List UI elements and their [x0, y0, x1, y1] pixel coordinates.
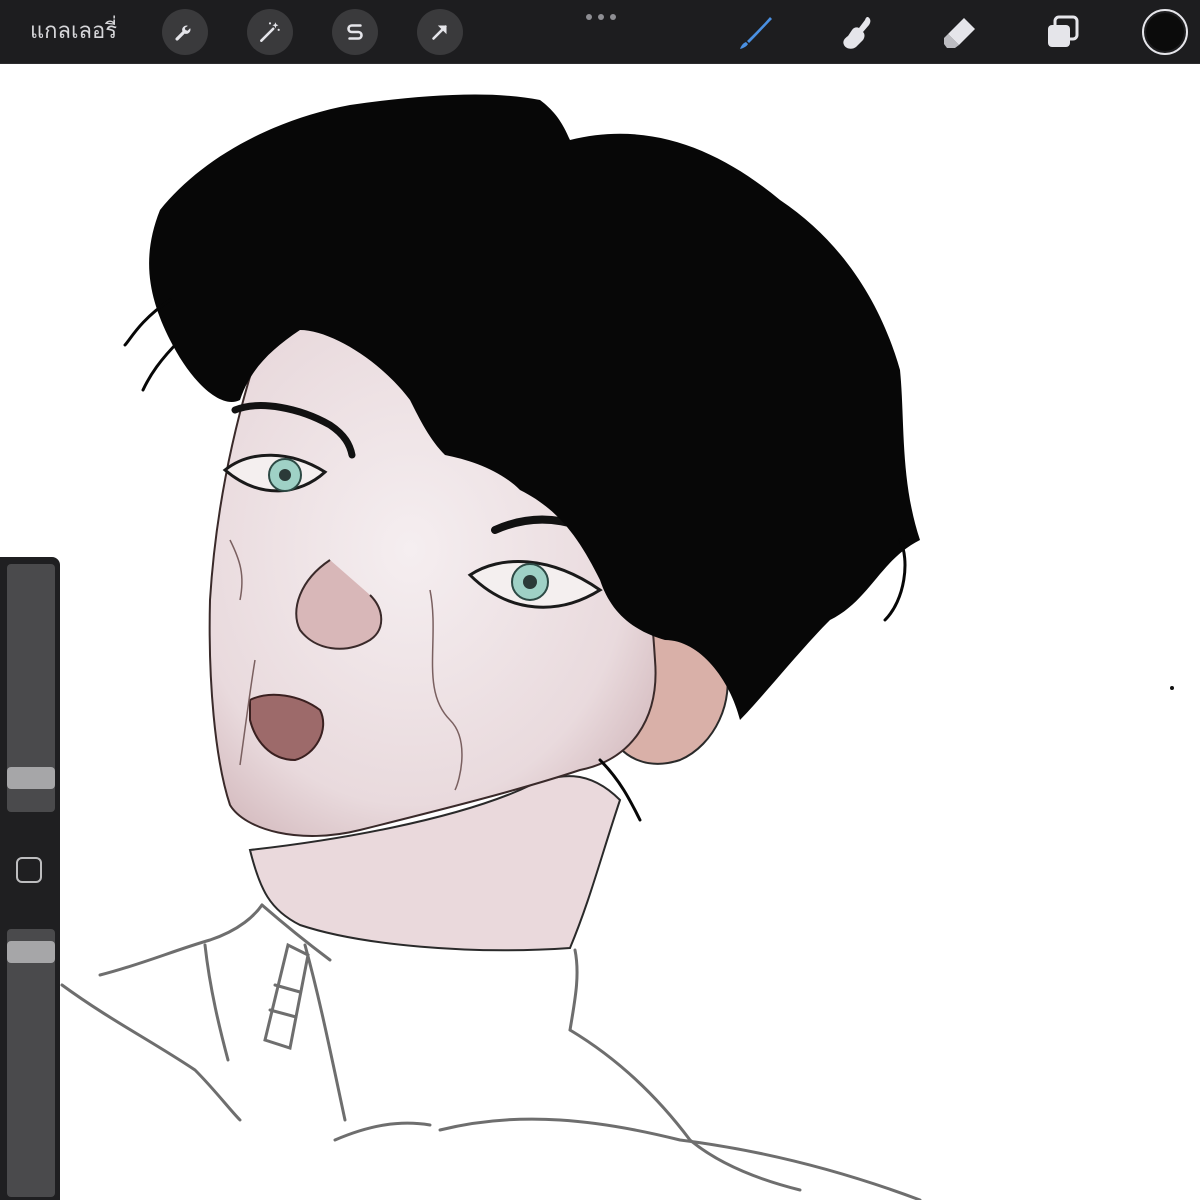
opacity-thumb[interactable] — [7, 941, 55, 963]
selection-button[interactable] — [332, 9, 378, 55]
arrow-cursor-icon — [432, 25, 447, 40]
adjustments-button[interactable] — [247, 9, 293, 55]
current-color-swatch — [1146, 13, 1184, 51]
transform-button[interactable] — [417, 9, 463, 55]
layers-icon — [1048, 15, 1079, 47]
opacity-slider[interactable] — [7, 929, 55, 1197]
selection-s-icon — [347, 24, 363, 40]
dot — [598, 14, 604, 20]
smudge-finger-icon — [843, 17, 871, 49]
portrait-artwork — [60, 94, 1174, 1200]
gallery-button[interactable]: แกลเลอรี่ — [30, 16, 117, 48]
wrench-icon — [175, 25, 191, 41]
brush-size-slider[interactable] — [7, 564, 55, 812]
layers-button[interactable] — [1040, 10, 1084, 54]
smudge-tool-button[interactable] — [836, 10, 880, 54]
color-picker-button[interactable] — [1142, 9, 1188, 55]
erase-tool-button[interactable] — [938, 10, 982, 54]
modify-button-square-icon[interactable] — [16, 857, 42, 883]
paint-tool-button[interactable] — [734, 10, 778, 54]
actions-button[interactable] — [162, 9, 208, 55]
eraser-icon — [944, 18, 975, 48]
brush-icon — [740, 17, 772, 49]
dot — [610, 14, 616, 20]
ellipsis-icon[interactable] — [584, 10, 618, 24]
top-toolbar: แกลเลอรี่ — [0, 0, 1200, 64]
procreate-app: แกลเลอรี่ — [0, 0, 1200, 1200]
brush-sidebar — [0, 557, 60, 1200]
brush-size-thumb[interactable] — [7, 767, 55, 789]
drawing-canvas[interactable] — [0, 64, 1200, 1200]
dot — [586, 14, 592, 20]
magic-wand-icon — [260, 22, 280, 42]
